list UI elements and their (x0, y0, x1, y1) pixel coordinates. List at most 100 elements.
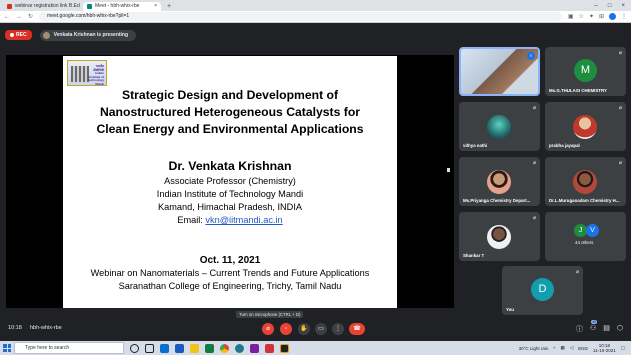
participant-tile[interactable]: ⌀ vithya eathi (459, 102, 540, 151)
meeting-code: hbh-whix-rbe (30, 325, 62, 331)
system-tray: 30°C Light rain ^ ▦ ◁ ENG 10:18 11-10-20… (519, 343, 631, 353)
terminal-icon[interactable] (280, 343, 289, 353)
participant-tile[interactable]: ⌀ Ms.Priyanga Chemistry Depart... (459, 157, 540, 206)
right-controls: ⓘ ⚇ ▤ ⬡ (576, 324, 623, 334)
chat-icon[interactable]: ▤ (603, 324, 610, 334)
participant-tile-presenter[interactable]: ≡ (459, 47, 540, 96)
raise-hand-button[interactable]: ✋ (298, 323, 310, 335)
people-icon[interactable]: ⚇ (590, 324, 596, 334)
rec-label: REC (16, 32, 27, 38)
network-icon[interactable]: ▦ (561, 345, 565, 351)
presenter-location: Kamand, Himachal Pradesh, INDIA (158, 202, 302, 212)
present-button[interactable]: ▭ (315, 323, 327, 335)
participant-avatar (573, 170, 597, 194)
onenote-icon[interactable] (250, 343, 259, 353)
activities-icon[interactable]: ⬡ (617, 324, 623, 334)
participant-tile[interactable]: ⌀ M Ms.G.THULASI CHEMISTRY (545, 47, 626, 96)
mic-off-icon: ⌀ (618, 105, 622, 111)
address-bar-row: ← → ↻ meet.google.com/hbh-whix-rbe?pli=1… (0, 11, 631, 23)
edge-icon[interactable] (235, 343, 244, 353)
participant-avatar (487, 170, 511, 194)
college-name: Saranathan College of Engineering, Trich… (118, 281, 342, 291)
profile-avatar[interactable] (609, 13, 616, 20)
windows-icon (3, 344, 11, 352)
shield-icon[interactable] (265, 343, 274, 353)
language-indicator[interactable]: ENG (578, 346, 588, 351)
new-tab-button[interactable]: + (163, 2, 175, 11)
window-controls: – □ × (595, 2, 631, 11)
mic-toggle-button[interactable]: ⌀ (262, 323, 274, 335)
camera-icon[interactable]: ▣ (568, 13, 574, 20)
presenting-chip[interactable]: Venkata Krishnan is presenting (39, 29, 137, 41)
self-tile[interactable]: ⌀ D You (502, 266, 583, 315)
camera-toggle-button[interactable]: ▫ (280, 323, 292, 335)
participant-tile[interactable]: ⌀ Dr.L.Muruganadam Chemistry H... (545, 157, 626, 206)
email-label: Email: (177, 215, 206, 225)
event-name: Webinar on Nanomaterials – Current Trend… (90, 268, 370, 278)
url-input[interactable]: meet.google.com/hbh-whix-rbe?pli=1 (39, 12, 562, 21)
meet-top-bar: REC Venkata Krishnan is presenting (0, 24, 631, 46)
participant-avatar: V (586, 224, 599, 237)
slide-date: Oct. 11, 2021 (199, 255, 261, 266)
mail-icon[interactable] (160, 343, 169, 353)
email-link[interactable]: vkn@iitmandi.ac.in (205, 215, 282, 225)
extension-icon[interactable]: ✦ (589, 13, 594, 20)
excel-icon[interactable] (205, 343, 214, 353)
tray-chevron-icon[interactable]: ^ (553, 346, 555, 351)
more-options-button[interactable]: ⋮ (332, 323, 344, 335)
close-window-icon[interactable]: × (621, 2, 625, 11)
notifications-icon[interactable]: ▢ (621, 345, 625, 351)
others-tile[interactable]: J V 44 others (545, 212, 626, 261)
back-icon[interactable]: ← (4, 14, 10, 20)
presenter-name: Dr. Venkata Krishnan (168, 159, 292, 173)
file-explorer-icon[interactable] (190, 343, 199, 353)
puzzle-icon[interactable]: ⊞ (599, 13, 604, 20)
self-name: You (506, 307, 514, 312)
tab-label: Meet - hbh-whix-rbe (95, 3, 140, 9)
task-view-icon[interactable] (145, 343, 154, 353)
participant-tile[interactable]: ⌀ prabha jayapal (545, 102, 626, 151)
mic-off-icon: ⌀ (618, 160, 622, 166)
star-icon[interactable]: ☆ (579, 13, 584, 20)
mic-off-icon: ⌀ (532, 215, 536, 221)
presenter-email: Email: vkn@iitmandi.ac.in (63, 215, 397, 225)
gmail-icon (7, 4, 12, 9)
taskbar-clock[interactable]: 10:18 11-10-2021 (593, 343, 616, 353)
mic-off-icon: ⌀ (532, 105, 536, 111)
volume-icon[interactable]: ◁ (570, 345, 573, 351)
browser-tab-webinar[interactable]: webinar registration link B.Ed × (3, 2, 81, 11)
participant-name: Ms.G.THULASI CHEMISTRY (549, 88, 607, 93)
close-tab-icon[interactable]: × (154, 2, 157, 11)
participant-name: Ms.Priyanga Chemistry Depart... (463, 198, 531, 203)
slide: भारतीय प्रौद्योगिकी Indian Institute of Tech… (63, 56, 397, 308)
info-icon[interactable]: ⓘ (576, 324, 583, 334)
presenter-role: Associate Professor (Chemistry) (164, 176, 296, 186)
taskbar-search-input[interactable]: Type here to search (14, 342, 124, 354)
menu-icon[interactable]: ⋮ (621, 13, 627, 20)
participant-name: Shankar T (463, 253, 485, 258)
leave-call-button[interactable]: ☎ (349, 323, 365, 335)
presentation-stage: भारतीय प्रौद्योगिकी Indian Institute of Tech… (6, 55, 454, 308)
participant-name: Dr.L.Muruganadam Chemistry H... (549, 198, 620, 203)
chrome-icon[interactable] (220, 343, 229, 353)
participant-tile[interactable]: ⌀ Shankar T (459, 212, 540, 261)
meeting-time: 10:18 (8, 325, 22, 331)
word-icon[interactable] (175, 343, 184, 353)
mouse-cursor (447, 168, 450, 172)
meet-control-bar: 10:18 hbh-whix-rbe ⌀ ▫ ✋ ▭ ⋮ ☎ ⓘ ⚇ ▤ ⬡ 4… (0, 319, 631, 340)
forward-icon[interactable]: → (16, 14, 22, 20)
others-count: 44 others (575, 240, 594, 245)
minimize-icon[interactable]: – (595, 2, 598, 11)
presenting-text: Venkata Krishnan is presenting (53, 32, 129, 38)
participant-name: prabha jayapal (549, 143, 580, 148)
maximize-icon[interactable]: □ (608, 2, 612, 11)
speaking-indicator-icon: ≡ (527, 52, 535, 60)
browser-tab-meet[interactable]: Meet - hbh-whix-rbe × (83, 2, 161, 11)
tab-label: webinar registration link B.Ed (15, 3, 80, 9)
weather-text[interactable]: 30°C Light rain (519, 346, 549, 351)
taskbar-apps (130, 343, 289, 353)
reload-icon[interactable]: ↻ (28, 13, 33, 20)
slide-title-line: Clean Energy and Environmental Applicati… (96, 122, 364, 136)
cortana-icon[interactable] (130, 343, 139, 353)
start-button[interactable] (0, 341, 14, 355)
